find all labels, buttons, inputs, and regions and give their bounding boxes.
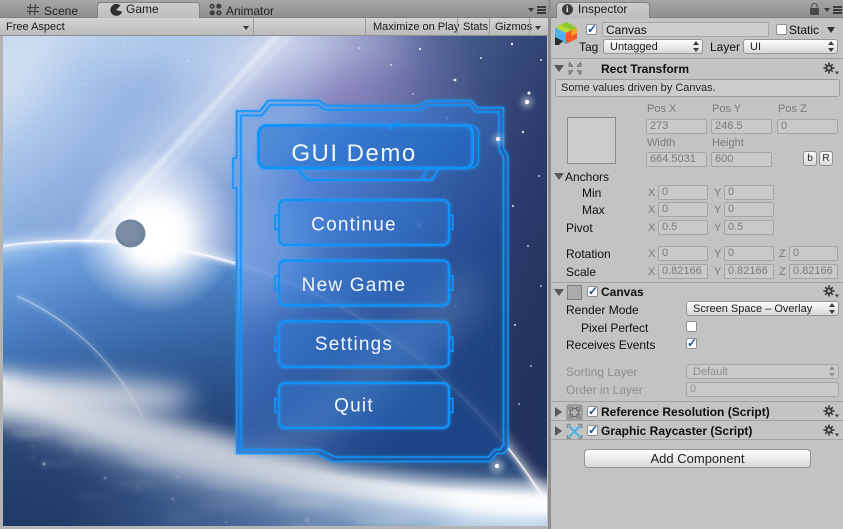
svg-text:Quit: Quit	[334, 396, 374, 417]
svg-text:GUI Demo: GUI Demo	[291, 140, 416, 167]
svg-text:Settings: Settings	[315, 334, 393, 355]
svg-text:New Game: New Game	[302, 275, 407, 296]
svg-text:Continue: Continue	[311, 215, 397, 236]
